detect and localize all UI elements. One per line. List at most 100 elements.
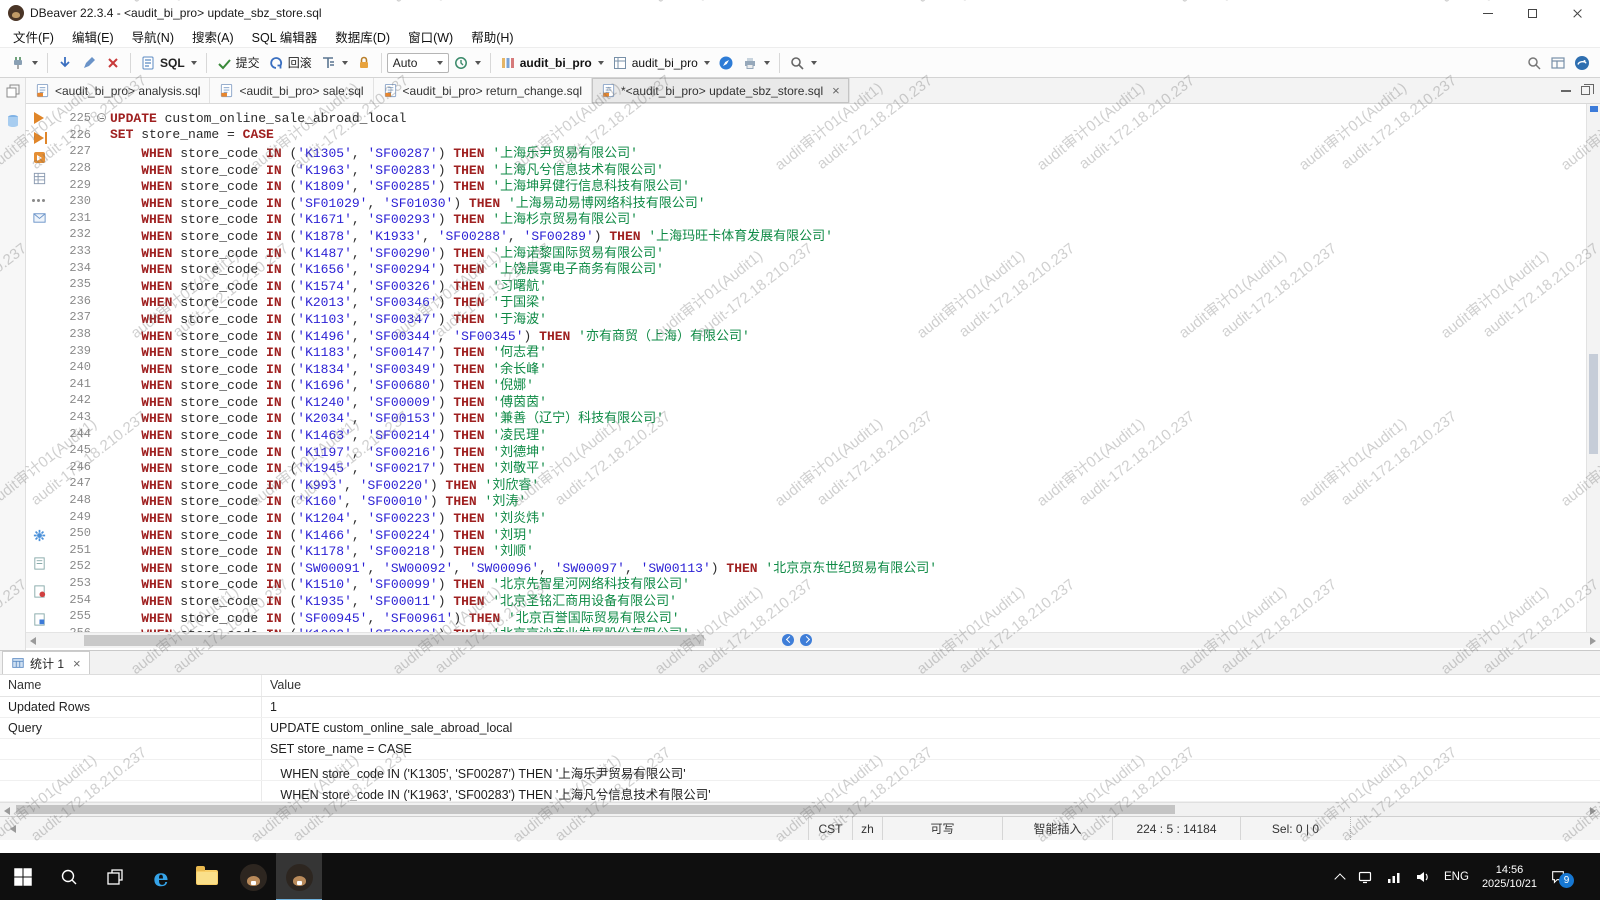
- save-file-icon[interactable]: [32, 556, 47, 576]
- code-line-254[interactable]: 254 WHEN store_code IN ('K1935', 'SF0001…: [52, 591, 1586, 608]
- menu-item-5[interactable]: 数据库(D): [326, 25, 399, 48]
- collapse-panel-button[interactable]: [0, 817, 26, 840]
- quick-search-button[interactable]: [1522, 52, 1546, 74]
- stats-row-2[interactable]: SET store_name = CASE: [0, 739, 1600, 760]
- code-line-251[interactable]: 251 WHEN store_code IN ('K1178', 'SF0021…: [52, 541, 1586, 558]
- edit-button[interactable]: [77, 52, 101, 74]
- code-line-248[interactable]: 248 WHEN store_code IN ('K160', 'SF00010…: [52, 492, 1586, 509]
- code-line-249[interactable]: 249 WHEN store_code IN ('K1204', 'SF0022…: [52, 508, 1586, 525]
- code-line-238[interactable]: 238 WHEN store_code IN ('K1496', 'SF0034…: [52, 326, 1586, 343]
- perspective-button[interactable]: [1546, 52, 1570, 74]
- code-line-235[interactable]: 235 WHEN store_code IN ('K1574', 'SF0032…: [52, 276, 1586, 293]
- fold-marker-icon[interactable]: [96, 110, 110, 127]
- code-line-239[interactable]: 239 WHEN store_code IN ('K1183', 'SF0014…: [52, 342, 1586, 359]
- commit-mode-select[interactable]: Auto: [387, 53, 449, 73]
- code-line-243[interactable]: 243 WHEN store_code IN ('K2034', 'SF0015…: [52, 409, 1586, 426]
- tray-expand-icon[interactable]: [1334, 873, 1345, 884]
- code-line-246[interactable]: 246 WHEN store_code IN ('K1945', 'SF0021…: [52, 458, 1586, 475]
- menu-item-3[interactable]: 搜索(A): [183, 25, 243, 48]
- menu-item-1[interactable]: 编辑(E): [63, 25, 123, 48]
- minimize-view-icon[interactable]: [1561, 90, 1571, 92]
- editor-tab-1[interactable]: <audit_bi_pro> sale.sql: [210, 78, 373, 103]
- editor-tab-3[interactable]: *<audit_bi_pro> update_sbz_store.sql×: [592, 78, 850, 103]
- action-center-button[interactable]: 9: [1550, 869, 1566, 885]
- code-line-250[interactable]: 250 WHEN store_code IN ('K1466', 'SF0022…: [52, 525, 1586, 542]
- sash-right-dot-icon[interactable]: [800, 634, 812, 646]
- code-line-241[interactable]: 241 WHEN store_code IN ('K1696', 'SF0068…: [52, 376, 1586, 393]
- start-button[interactable]: [0, 853, 46, 900]
- code-line-252[interactable]: 252 WHEN store_code IN ('SW00091', 'SW00…: [52, 558, 1586, 575]
- sash-left-dot-icon[interactable]: [782, 634, 794, 646]
- code-line-231[interactable]: 231 WHEN store_code IN ('K1671', 'SF0029…: [52, 210, 1586, 227]
- panel-horizontal-scrollbar[interactable]: [0, 802, 1600, 816]
- column-header-name[interactable]: Name: [0, 675, 262, 696]
- fetch-button[interactable]: [53, 52, 77, 74]
- schema-select[interactable]: audit_bi_pro: [608, 52, 714, 74]
- code-line-245[interactable]: 245 WHEN store_code IN ('K1197', 'SF0021…: [52, 442, 1586, 459]
- stats-row-3[interactable]: WHEN store_code IN ('K1305', 'SF00287') …: [0, 760, 1600, 781]
- close-panel-icon[interactable]: ×: [73, 657, 81, 670]
- horizontal-scroll-thumb[interactable]: [84, 635, 704, 646]
- horizontal-scrollbar[interactable]: [26, 632, 1600, 648]
- execute-new-tab-icon[interactable]: [34, 132, 44, 144]
- sql-editor-button[interactable]: SQL: [136, 52, 201, 74]
- more-actions-icon[interactable]: [32, 199, 46, 202]
- app-button-1[interactable]: [230, 853, 276, 900]
- restore-view-icon[interactable]: [5, 83, 21, 104]
- code-line-247[interactable]: 247 WHEN store_code IN ('K993', 'SF00220…: [52, 475, 1586, 492]
- code-line-227[interactable]: 227 WHEN store_code IN ('K1305', 'SF0028…: [52, 143, 1586, 160]
- community-button[interactable]: [1570, 52, 1594, 74]
- scroll-left-icon[interactable]: [4, 807, 10, 815]
- database-select[interactable]: audit_bi_pro: [496, 52, 608, 74]
- code-line-240[interactable]: 240 WHEN store_code IN ('K1834', 'SF0034…: [52, 359, 1586, 376]
- vertical-scroll-thumb[interactable]: [1589, 354, 1598, 454]
- code-line-228[interactable]: 228 WHEN store_code IN ('K1963', 'SF0028…: [52, 160, 1586, 177]
- menu-item-6[interactable]: 窗口(W): [399, 25, 462, 48]
- code-line-236[interactable]: 236 WHEN store_code IN ('K2013', 'SF0034…: [52, 293, 1586, 310]
- stats-row-4[interactable]: WHEN store_code IN ('K1963', 'SF00283') …: [0, 781, 1600, 802]
- transaction-log-button[interactable]: [316, 52, 352, 74]
- network-icon[interactable]: [1386, 869, 1402, 885]
- code-line-230[interactable]: 230 WHEN store_code IN ('SF01029', 'SF01…: [52, 193, 1586, 210]
- explain-plan-icon[interactable]: [32, 171, 47, 191]
- menu-item-7[interactable]: 帮助(H): [462, 25, 522, 48]
- stats-row-1[interactable]: QueryUPDATE custom_online_sale_abroad_lo…: [0, 718, 1600, 739]
- editor-tab-2[interactable]: <audit_bi_pro> return_change.sql: [374, 78, 592, 103]
- file-blue-icon[interactable]: [32, 612, 47, 632]
- tray-device-icon[interactable]: [1357, 869, 1373, 885]
- delete-button[interactable]: [101, 52, 125, 74]
- code-line-244[interactable]: 244 WHEN store_code IN ('K1463', 'SF0021…: [52, 425, 1586, 442]
- refresh-button[interactable]: [449, 52, 485, 74]
- stats-row-0[interactable]: Updated Rows1: [0, 697, 1600, 718]
- menu-item-0[interactable]: 文件(F): [4, 25, 63, 48]
- panel-scroll-thumb[interactable]: [16, 805, 1175, 814]
- output-button[interactable]: [738, 52, 774, 74]
- search-button[interactable]: [785, 52, 821, 74]
- edge-button[interactable]: e: [138, 853, 184, 900]
- stats-tab[interactable]: 统计 1 ×: [2, 651, 90, 674]
- new-connection-button[interactable]: [6, 52, 42, 74]
- menu-item-4[interactable]: SQL 编辑器: [243, 25, 327, 48]
- file-explorer-button[interactable]: [184, 853, 230, 900]
- code-line-253[interactable]: 253 WHEN store_code IN ('K1510', 'SF0009…: [52, 575, 1586, 592]
- code-line-256[interactable]: 256 WHEN store_code IN ('K1002', 'SF0006…: [52, 624, 1586, 632]
- editor-tab-0[interactable]: <audit_bi_pro> analysis.sql: [26, 78, 210, 103]
- input-language[interactable]: ENG: [1444, 871, 1469, 883]
- clock[interactable]: 14:56 2025/10/21: [1482, 863, 1537, 891]
- execute-statement-icon[interactable]: [34, 112, 44, 124]
- scroll-left-icon[interactable]: [30, 637, 36, 645]
- minimize-button[interactable]: [1465, 0, 1510, 26]
- scroll-right-icon[interactable]: [1590, 807, 1596, 815]
- execute-script-icon[interactable]: [34, 152, 45, 163]
- vertical-scrollbar[interactable]: [1586, 104, 1600, 632]
- code-line-234[interactable]: 234 WHEN store_code IN ('K1656', 'SF0029…: [52, 259, 1586, 276]
- settings-gear-icon[interactable]: [32, 528, 47, 548]
- navigate-button[interactable]: [714, 52, 738, 74]
- database-navigator-icon[interactable]: [5, 113, 21, 134]
- close-button[interactable]: [1555, 0, 1600, 26]
- code-line-233[interactable]: 233 WHEN store_code IN ('K1487', 'SF0029…: [52, 243, 1586, 260]
- code-line-232[interactable]: 232 WHEN store_code IN ('K1878', 'K1933'…: [52, 226, 1586, 243]
- code-line-255[interactable]: 255 WHEN store_code IN ('SF00945', 'SF00…: [52, 608, 1586, 625]
- code-line-237[interactable]: 237 WHEN store_code IN ('K1103', 'SF0034…: [52, 309, 1586, 326]
- column-header-value[interactable]: Value: [262, 675, 1600, 696]
